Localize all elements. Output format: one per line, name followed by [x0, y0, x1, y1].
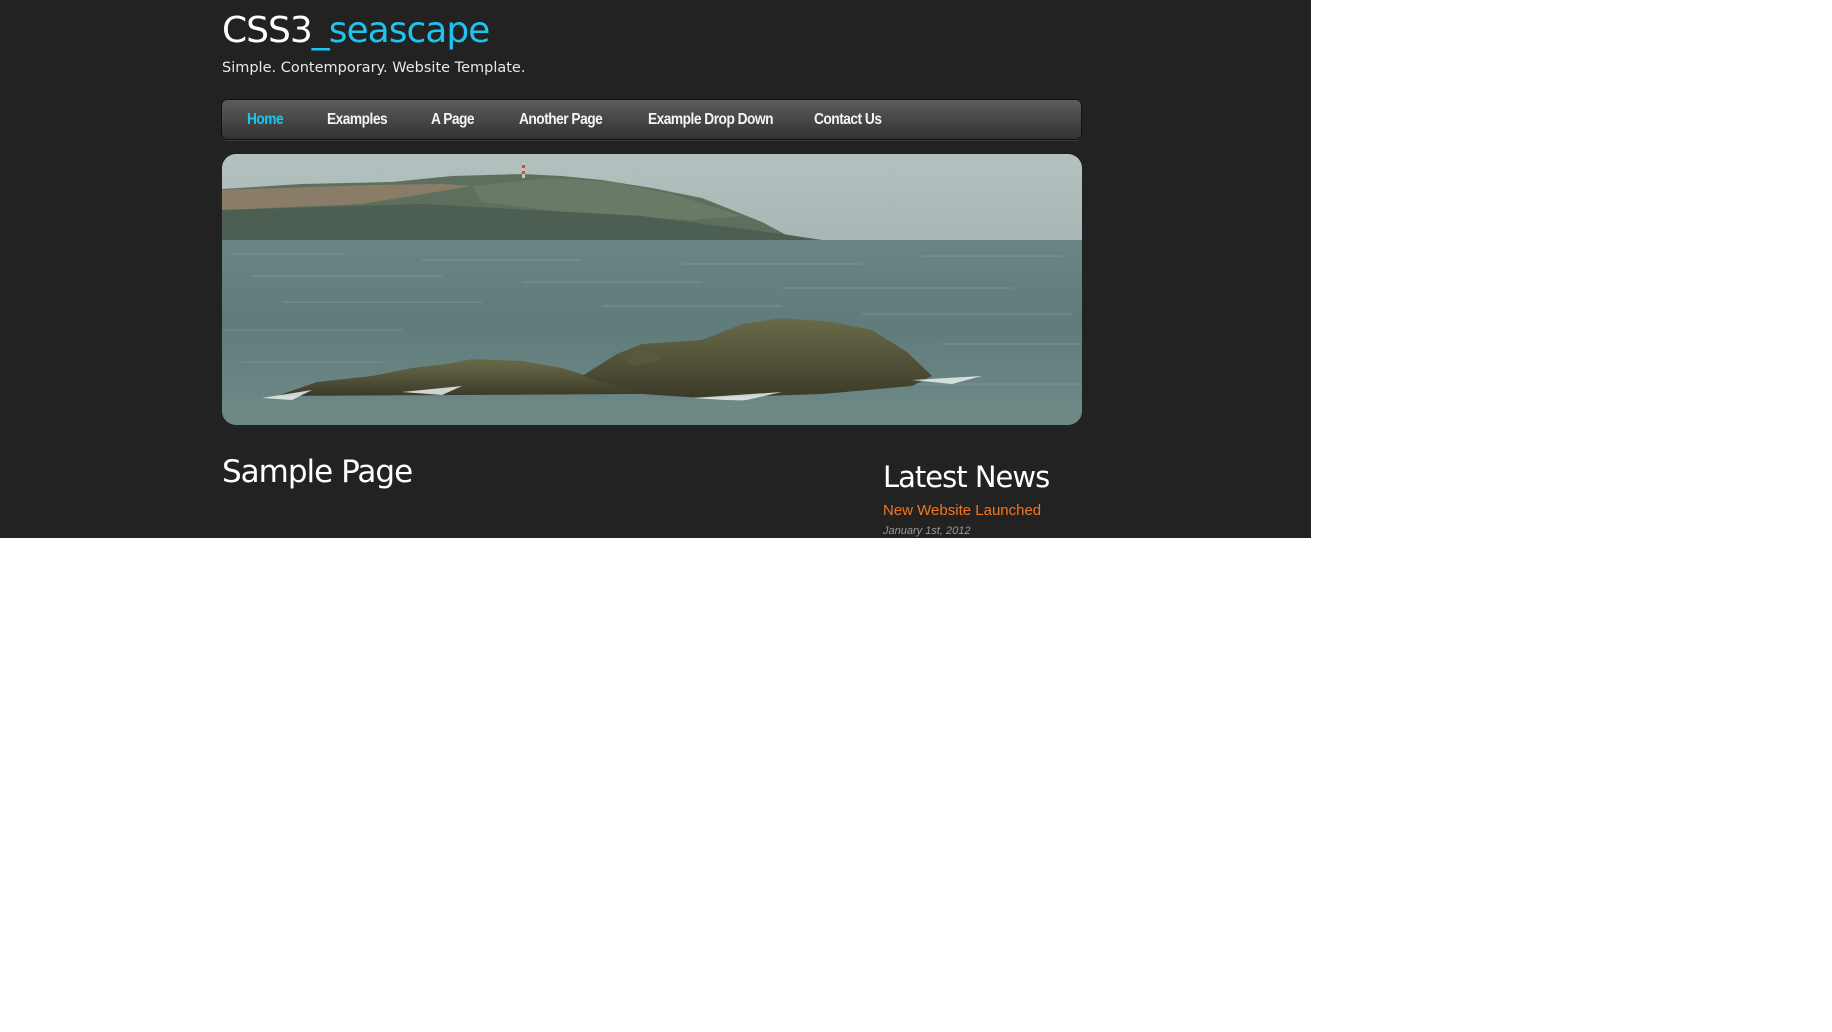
site-tagline: Simple. Contemporary. Website Template.	[222, 60, 526, 76]
nav-item-another-page[interactable]: Another Page	[519, 100, 648, 139]
logo-prefix: CSS3	[222, 10, 313, 51]
nav-item-label: Example Drop Down	[648, 110, 774, 128]
nav-item-label: Another Page	[519, 110, 603, 128]
nav-item-home[interactable]: Home	[247, 100, 327, 139]
seascape-banner-image	[222, 154, 1082, 425]
logo-accent: _seascape	[311, 10, 491, 51]
nav-item-example-drop-down[interactable]: Example Drop Down	[648, 100, 814, 139]
news-item-link[interactable]: New Website Launched	[883, 501, 1041, 521]
nav-item-a-page[interactable]: A Page	[431, 100, 519, 139]
latest-news-heading: Latest News	[883, 460, 1050, 494]
nav-item-label: A Page	[431, 110, 475, 128]
nav-item-contact-us[interactable]: Contact Us	[814, 100, 924, 139]
page-title: Sample Page	[222, 454, 413, 490]
news-item-date: January 1st, 2012	[883, 525, 971, 537]
site-logo[interactable]: CSS3_seascape	[222, 8, 491, 54]
website-page: CSS3_seascape Simple. Contemporary. Webs…	[0, 0, 1311, 538]
nav-item-examples[interactable]: Examples	[327, 100, 431, 139]
nav-item-label: Contact Us	[814, 110, 882, 128]
main-navigation: Home Examples A Page Another Page Exampl…	[221, 99, 1082, 140]
nav-item-label: Home	[247, 110, 284, 128]
nav-item-label: Examples	[327, 110, 388, 128]
